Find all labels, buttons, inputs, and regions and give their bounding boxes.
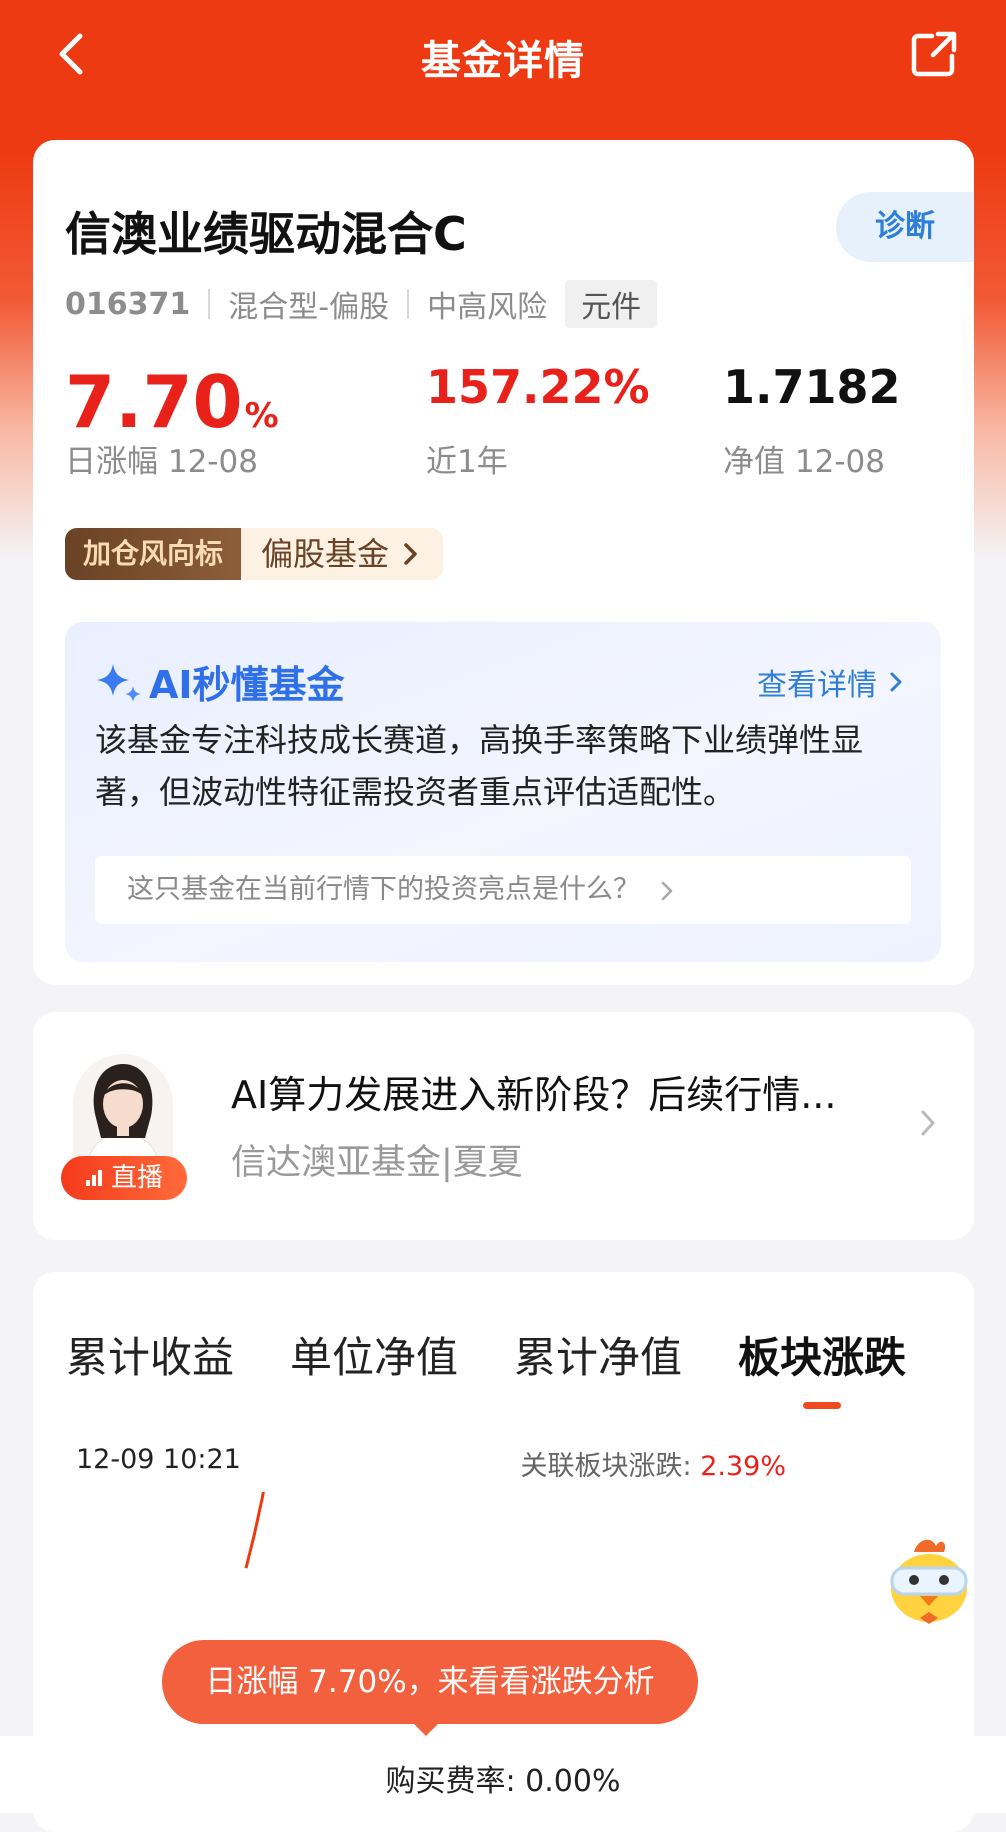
tab-sector-change[interactable]: 板块涨跌 — [738, 1324, 907, 1409]
live-badge-label: 直播 — [110, 1163, 163, 1193]
ai-more-label: 查看详情 — [757, 668, 877, 703]
share-icon[interactable] — [906, 26, 962, 82]
fund-risk: 中高风险 — [427, 290, 548, 325]
top-nav-bar: 基金详情 — [0, 0, 1006, 110]
bubble-tail — [412, 1722, 440, 1736]
live-badge: 直播 — [61, 1156, 187, 1200]
assistant-mascot-icon[interactable] — [874, 1530, 984, 1640]
ai-title-row: AI秒懂基金 — [95, 654, 345, 709]
ai-summary-box: AI秒懂基金 查看详情 该基金专注科技成长赛道，高换手率策略下业绩弹性显著，但波… — [65, 622, 941, 962]
tab-unit-nav[interactable]: 单位净值 — [290, 1324, 458, 1404]
tab-cumulative-nav[interactable]: 累计净值 — [514, 1324, 682, 1404]
host-avatar — [73, 1054, 173, 1172]
related-sector-change: 关联板块涨跌: 2.39% — [521, 1444, 786, 1483]
fund-badge[interactable]: 加仓风向标 偏股基金 — [65, 528, 444, 580]
ai-title: AI秒懂基金 — [149, 663, 345, 707]
chevron-right-icon — [661, 881, 672, 900]
sparkle-icon — [97, 663, 141, 702]
one-year-stat: 157.22% 近1年 — [426, 360, 650, 481]
badge-light: 偏股基金 — [241, 528, 444, 580]
related-sector-value: 2.39% — [700, 1451, 786, 1482]
daily-change-unit: % — [244, 396, 279, 436]
sector-change-line — [244, 1492, 265, 1569]
chevron-right-icon — [404, 543, 417, 565]
nav-label: 净值 12-08 — [723, 444, 885, 480]
fund-type: 混合型-偏股 — [228, 290, 390, 325]
live-title: AI算力发展进入新阶段？后续行情... — [231, 1073, 837, 1117]
badge-light-label: 偏股基金 — [261, 535, 390, 573]
purchase-fee: 购买费率: 0.00% — [385, 1764, 621, 1799]
chart-tabs: 累计收益 单位净值 累计净值 板块涨跌 — [66, 1324, 966, 1409]
active-tab-indicator — [803, 1402, 842, 1409]
live-subtitle: 信达澳亚基金|夏夏 — [231, 1143, 523, 1183]
fund-name: 信澳业绩驱动混合C — [65, 207, 467, 261]
divider — [208, 289, 211, 319]
page-title: 基金详情 — [421, 38, 585, 84]
badge-dark-label: 加仓风向标 — [65, 528, 242, 580]
change-analysis-bubble[interactable]: 日涨幅 7.70%，来看看涨跌分析 — [162, 1640, 698, 1724]
daily-change-value: 7.70 — [65, 360, 243, 444]
chart-timestamp: 12-09 10:21 — [76, 1444, 241, 1475]
one-year-label: 近1年 — [426, 444, 508, 480]
diagnose-button[interactable]: 诊断 — [836, 192, 974, 262]
ai-view-details-link[interactable]: 查看详情 — [757, 660, 903, 704]
ai-summary-text: 该基金专注科技成长赛道，高换手率策略下业绩弹性显著，但波动性特征需投资者重点评估… — [95, 721, 864, 811]
tab-cumulative-return[interactable]: 累计收益 — [66, 1324, 234, 1404]
chevron-right-icon — [921, 1110, 935, 1136]
tab-sector-change-label: 板块涨跌 — [738, 1333, 907, 1382]
daily-change-stat: 7.70 % 日涨幅 12-08 — [65, 360, 279, 481]
nav-stat: 1.7182 净值 12-08 — [723, 360, 901, 481]
nav-value: 1.7182 — [723, 360, 901, 414]
live-stream-card[interactable]: 直播 AI算力发展进入新阶段？后续行情... 信达澳亚基金|夏夏 — [33, 1012, 974, 1240]
fund-info-card: 信澳业绩驱动混合C 诊断 016371 混合型-偏股 中高风险 元件 7.70 … — [33, 140, 974, 985]
divider — [407, 289, 410, 319]
bottom-bar: 购买费率: 0.00% — [0, 1736, 1006, 1813]
chevron-right-icon — [890, 672, 902, 692]
fund-meta-row: 016371 混合型-偏股 中高风险 元件 — [65, 280, 658, 328]
signal-bars-icon — [85, 1170, 102, 1186]
sector-tag[interactable]: 元件 — [565, 280, 658, 328]
one-year-value: 157.22% — [426, 360, 650, 414]
daily-change-label: 日涨幅 12-08 — [65, 444, 258, 480]
ai-suggested-question[interactable]: 这只基金在当前行情下的投资亮点是什么？ — [95, 856, 911, 924]
related-sector-label: 关联板块涨跌: — [520, 1451, 701, 1482]
ai-question-text: 这只基金在当前行情下的投资亮点是什么？ — [127, 874, 640, 905]
fund-code: 016371 — [65, 286, 191, 322]
